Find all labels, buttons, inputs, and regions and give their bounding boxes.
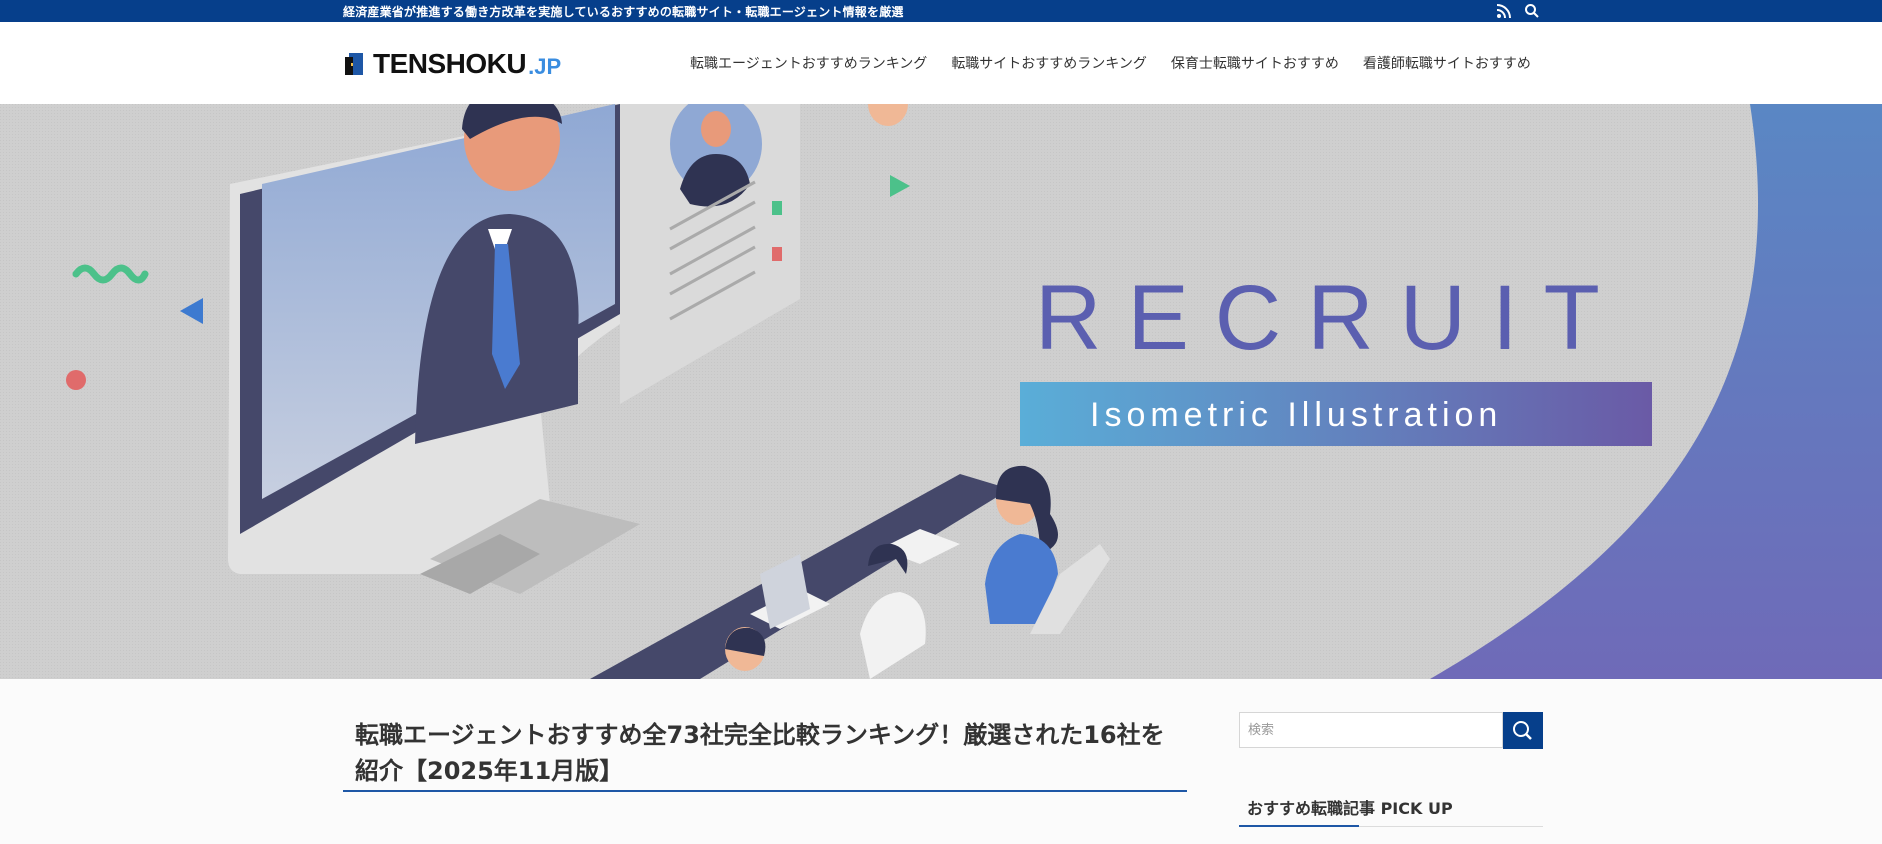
- sidebar-search-input[interactable]: [1239, 712, 1503, 748]
- search-icon[interactable]: [1524, 3, 1540, 19]
- article-title-underline: [343, 790, 1187, 792]
- nav-item-agent-ranking[interactable]: 転職エージェントおすすめランキング: [690, 53, 927, 73]
- door-logo-icon: [345, 53, 363, 75]
- site-tagline: 経済産業省が推進する働き方改革を実施しているおすすめの転職サイト・転職エージェン…: [343, 5, 904, 19]
- logo-text: TENSHOKU: [373, 48, 527, 79]
- hero-subline: Isometric Illustration: [1090, 396, 1502, 434]
- site-header: TENSHOKU .JP 転職エージェントおすすめランキング 転職サイトおすすめ…: [0, 22, 1882, 105]
- search-icon: [1513, 721, 1532, 740]
- hero-banner: RECRUIT Isometric Illustration: [0, 104, 1882, 679]
- dot-decoration: [66, 370, 86, 390]
- top-icons: [1496, 3, 1540, 19]
- site-logo[interactable]: TENSHOKU .JP: [343, 48, 561, 80]
- monitor-illustration: [228, 104, 640, 594]
- rss-icon[interactable]: [1496, 3, 1512, 19]
- nav-item-site-ranking[interactable]: 転職サイトおすすめランキング: [951, 53, 1147, 73]
- hero-headline: RECRUIT: [1035, 267, 1626, 369]
- sidebar-widget-title: おすすめ転職記事 PICK UP: [1247, 799, 1453, 818]
- sidebar-search-button[interactable]: [1503, 712, 1543, 749]
- article-title-line1: 転職エージェントおすすめ全73社完全比較ランキング！厳選された16社を: [355, 721, 1165, 749]
- nav-item-childcare[interactable]: 保育士転職サイトおすすめ: [1171, 53, 1339, 73]
- widget-title-accent: [1239, 825, 1359, 827]
- main-nav: 転職エージェントおすすめランキング 転職サイトおすすめランキング 保育士転職サイ…: [690, 53, 1531, 73]
- article-title-line2: 紹介【2025年11月版】: [355, 757, 624, 785]
- nav-item-nurse[interactable]: 看護師転職サイトおすすめ: [1363, 53, 1531, 73]
- top-bar: 経済産業省が推進する働き方改革を実施しているおすすめの転職サイト・転職エージェン…: [0, 0, 1882, 22]
- logo-suffix: .JP: [528, 54, 562, 79]
- main-content: 転職エージェントおすすめ全73社完全比較ランキング！厳選された16社を 紹介【2…: [0, 679, 1882, 844]
- article-title: 転職エージェントおすすめ全73社完全比較ランキング！厳選された16社を 紹介【2…: [355, 717, 1175, 789]
